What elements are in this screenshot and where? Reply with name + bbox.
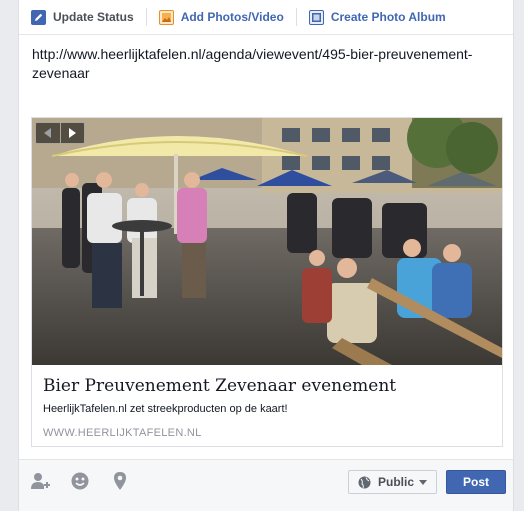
tab-create-album[interactable]: Create Photo Album	[308, 0, 446, 35]
globe-icon	[358, 476, 371, 488]
smiley-icon[interactable]	[70, 471, 90, 491]
post-button[interactable]: Post	[446, 470, 506, 494]
audience-label: Public	[378, 475, 415, 489]
status-composer: Update Status Add Photos/Video Create Ph…	[18, 0, 514, 511]
photo-icon	[158, 9, 174, 25]
album-icon	[308, 9, 324, 25]
carousel-prev-button[interactable]	[36, 123, 61, 143]
composer-tabs: Update Status Add Photos/Video Create Ph…	[19, 0, 513, 35]
tab-update-status[interactable]: Update Status	[31, 0, 134, 35]
tab-add-photos-label: Add Photos/Video	[180, 10, 284, 24]
tab-divider	[145, 8, 147, 26]
audience-selector[interactable]: Public	[348, 470, 437, 494]
link-title[interactable]: Bier Preuvenement Zevenaar evenement	[43, 376, 493, 396]
carousel-next-button[interactable]	[61, 123, 85, 143]
arrow-left-icon	[43, 128, 51, 138]
tab-divider	[295, 8, 297, 26]
tab-add-photos[interactable]: Add Photos/Video	[158, 0, 284, 35]
festival-crowd-photo	[32, 118, 502, 365]
link-preview-card[interactable]: Bier Preuvenement Zevenaar evenement Hee…	[31, 117, 503, 447]
carousel-controls	[35, 122, 85, 144]
arrow-right-icon	[69, 128, 77, 138]
link-description: HeerlijkTafelen.nl zet streekproducten o…	[43, 403, 288, 415]
link-domain: WWW.HEERLIJKTAFELEN.NL	[43, 427, 202, 439]
pencil-icon	[31, 9, 46, 25]
tab-update-status-label: Update Status	[53, 10, 134, 24]
chevron-down-icon	[419, 479, 428, 485]
location-pin-icon[interactable]	[110, 471, 130, 491]
tab-create-album-label: Create Photo Album	[330, 10, 446, 24]
status-input[interactable]: http://www.heerlijktafelen.nl/agenda/vie…	[32, 45, 502, 83]
composer-footer: Public Post	[19, 459, 513, 511]
tag-friends-icon[interactable]	[30, 471, 50, 491]
